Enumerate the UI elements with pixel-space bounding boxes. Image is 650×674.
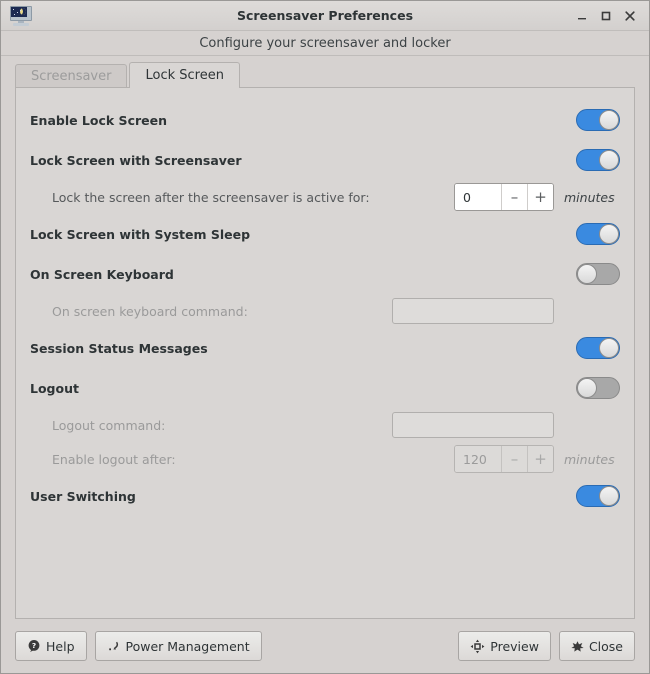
- lock-screen-delay-label: Lock the screen after the screensaver is…: [52, 189, 370, 205]
- tab-lock-screen-label: Lock Screen: [145, 68, 224, 83]
- enable-logout-after-units: minutes: [564, 451, 615, 467]
- logout-command-input[interactable]: [392, 412, 554, 438]
- enable-lock-screen-switch[interactable]: [576, 109, 620, 131]
- close-cross-icon: [571, 640, 584, 653]
- lock-screen-delay-units: minutes: [564, 189, 615, 205]
- help-button-label: Help: [46, 638, 75, 654]
- session-status-messages-label: Session Status Messages: [30, 340, 208, 356]
- lock-screen-with-screensaver-label: Lock Screen with Screensaver: [30, 152, 242, 168]
- enable-logout-after-decrement-button[interactable]: –: [501, 446, 527, 472]
- power-plug-icon: [107, 639, 121, 653]
- lock-screen-delay-value[interactable]: 0: [455, 184, 501, 210]
- user-switching-switch[interactable]: [576, 485, 620, 507]
- enable-logout-after-value[interactable]: 120: [455, 446, 501, 472]
- enable-logout-after-label: Enable logout after:: [52, 451, 176, 467]
- svg-text:?: ?: [32, 641, 36, 650]
- enable-logout-after-spinner[interactable]: 120 – +: [454, 445, 554, 473]
- setting-row-lock-screen-delay: Lock the screen after the screensaver is…: [30, 180, 620, 214]
- tab-content-wrapper: Enable Lock Screen Lock Screen with Scre…: [1, 87, 649, 619]
- on-screen-keyboard-label: On Screen Keyboard: [30, 266, 174, 282]
- on-screen-keyboard-command-input[interactable]: [392, 298, 554, 324]
- setting-row-session-status-messages: Session Status Messages: [30, 328, 620, 368]
- setting-row-lock-screen-with-system-sleep: Lock Screen with System Sleep: [30, 214, 620, 254]
- setting-row-enable-logout-after: Enable logout after: 120 – + minutes: [30, 442, 620, 476]
- help-button[interactable]: ? Help: [15, 631, 87, 661]
- window-subtitle-bar: Configure your screensaver and locker: [1, 31, 649, 56]
- power-management-button[interactable]: Power Management: [94, 631, 262, 661]
- setting-row-enable-lock-screen: Enable Lock Screen: [30, 100, 620, 140]
- maximize-icon[interactable]: [599, 8, 613, 24]
- window-subtitle: Configure your screensaver and locker: [199, 35, 451, 51]
- screensaver-monitor-moon-icon: [9, 5, 33, 27]
- setting-row-lock-screen-with-screensaver: Lock Screen with Screensaver: [30, 140, 620, 180]
- help-question-icon: ?: [27, 639, 41, 653]
- on-screen-keyboard-switch[interactable]: [576, 263, 620, 285]
- logout-command-label: Logout command:: [52, 417, 166, 433]
- enable-logout-after-increment-button[interactable]: +: [527, 446, 553, 472]
- lock-screen-delay-decrement-button[interactable]: –: [501, 184, 527, 210]
- lock-screen-with-system-sleep-label: Lock Screen with System Sleep: [30, 226, 251, 242]
- lock-screen-with-screensaver-switch[interactable]: [576, 149, 620, 171]
- screensaver-preferences-window: Screensaver Preferences Configure your s…: [0, 0, 650, 674]
- lock-screen-delay-spinner[interactable]: 0 – +: [454, 183, 554, 211]
- logout-label: Logout: [30, 380, 79, 396]
- setting-row-logout-command: Logout command:: [30, 408, 620, 442]
- fullscreen-arrows-icon: [470, 639, 485, 654]
- lock-screen-with-system-sleep-switch[interactable]: [576, 223, 620, 245]
- tab-screensaver-label: Screensaver: [31, 69, 112, 84]
- power-management-button-label: Power Management: [125, 638, 250, 654]
- tab-lock-screen[interactable]: Lock Screen: [129, 62, 240, 88]
- tab-bar: Screensaver Lock Screen: [1, 60, 649, 88]
- minimize-icon[interactable]: [575, 8, 589, 24]
- window-title: Screensaver Preferences: [236, 8, 414, 23]
- on-screen-keyboard-command-label: On screen keyboard command:: [52, 303, 248, 319]
- preview-button-label: Preview: [490, 638, 539, 654]
- lock-screen-delay-increment-button[interactable]: +: [527, 184, 553, 210]
- setting-row-on-screen-keyboard-command: On screen keyboard command:: [30, 294, 620, 328]
- window-controls: [575, 8, 643, 24]
- setting-row-on-screen-keyboard: On Screen Keyboard: [30, 254, 620, 294]
- logout-switch[interactable]: [576, 377, 620, 399]
- lock-screen-panel: Enable Lock Screen Lock Screen with Scre…: [15, 87, 635, 619]
- dialog-action-bar: ? Help Power Management Preview Close: [1, 619, 649, 673]
- tab-screensaver[interactable]: Screensaver: [15, 64, 128, 88]
- preview-button[interactable]: Preview: [458, 631, 551, 661]
- close-button-label: Close: [588, 638, 623, 654]
- session-status-messages-switch[interactable]: [576, 337, 620, 359]
- enable-lock-screen-label: Enable Lock Screen: [30, 112, 167, 128]
- user-switching-label: User Switching: [30, 488, 136, 504]
- window-titlebar: Screensaver Preferences: [1, 1, 649, 31]
- close-button[interactable]: Close: [558, 631, 635, 661]
- close-icon[interactable]: [623, 8, 637, 24]
- setting-row-logout: Logout: [30, 368, 620, 408]
- setting-row-user-switching: User Switching: [30, 476, 620, 516]
